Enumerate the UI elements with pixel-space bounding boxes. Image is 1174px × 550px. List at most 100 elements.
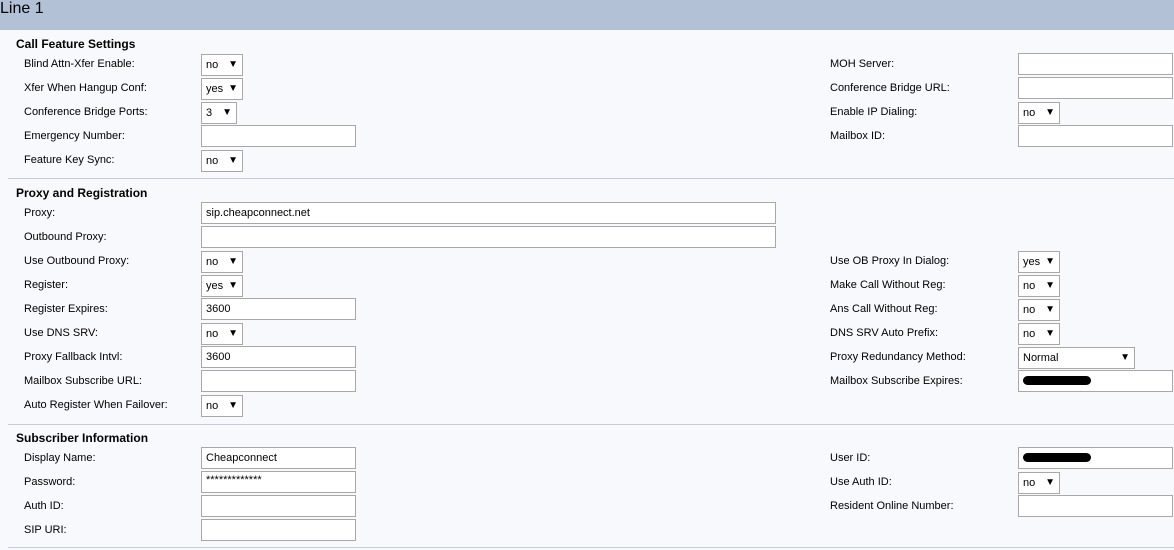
xfer-hangup-conf-label: Xfer When Hangup Conf: <box>24 82 147 94</box>
proxy-fallback-value: 3600 <box>206 351 231 363</box>
proxy-redundancy-select[interactable]: Normal ▼ <box>1018 347 1135 369</box>
use-ob-proxy-dialog-select[interactable]: yes ▼ <box>1018 251 1060 273</box>
user-id-label: User ID: <box>830 452 871 464</box>
chevron-down-icon: ▼ <box>228 83 238 94</box>
chevron-down-icon: ▼ <box>228 280 238 291</box>
section-title-subscriber: Subscriber Information <box>16 431 149 445</box>
chevron-down-icon: ▼ <box>1045 256 1055 267</box>
page-header: Line 1 <box>0 0 1174 30</box>
moh-server-input[interactable] <box>1018 53 1173 75</box>
use-outbound-proxy-label: Use Outbound Proxy: <box>24 255 130 267</box>
chevron-down-icon: ▼ <box>228 59 238 70</box>
make-call-without-reg-label: Make Call Without Reg: <box>830 279 946 291</box>
outbound-proxy-label: Outbound Proxy: <box>24 231 107 243</box>
auto-register-failover-select[interactable]: no ▼ <box>201 395 243 417</box>
dns-srv-auto-prefix-select[interactable]: no ▼ <box>1018 323 1060 345</box>
proxy-redundancy-label: Proxy Redundancy Method: <box>830 351 966 363</box>
use-dns-srv-value: no <box>206 328 219 340</box>
conf-bridge-ports-select[interactable]: 3 ▼ <box>201 102 237 124</box>
redaction-scribble <box>1023 453 1091 462</box>
proxy-input[interactable]: sip.cheapconnect.net <box>201 202 776 224</box>
register-label: Register: <box>24 279 69 291</box>
sip-uri-input[interactable] <box>201 519 356 541</box>
mailbox-subscribe-expires-label: Mailbox Subscribe Expires: <box>830 375 963 387</box>
outbound-proxy-input[interactable] <box>201 226 776 248</box>
chevron-down-icon: ▼ <box>228 400 238 411</box>
section-title-proxy: Proxy and Registration <box>16 186 148 200</box>
password-input[interactable]: ************* <box>201 471 356 493</box>
mailbox-subscribe-expires-input[interactable] <box>1018 370 1173 392</box>
use-ob-proxy-dialog-value: yes <box>1023 256 1041 268</box>
proxy-label: Proxy: <box>24 207 56 219</box>
dns-srv-auto-prefix-value: no <box>1023 328 1036 340</box>
register-select[interactable]: yes ▼ <box>201 275 243 297</box>
section-divider <box>8 178 1174 179</box>
use-auth-id-value: no <box>1023 477 1036 489</box>
chevron-down-icon: ▼ <box>222 107 232 118</box>
emergency-number-label: Emergency Number: <box>24 130 125 142</box>
conf-bridge-ports-label: Conference Bridge Ports: <box>24 106 148 118</box>
mailbox-id-input[interactable] <box>1018 125 1173 147</box>
use-ob-proxy-dialog-label: Use OB Proxy In Dialog: <box>830 255 950 267</box>
display-name-input[interactable]: Cheapconnect <box>201 447 356 469</box>
dns-srv-auto-prefix-label: DNS SRV Auto Prefix: <box>830 327 939 339</box>
enable-ip-dialing-value: no <box>1023 107 1036 119</box>
chevron-down-icon: ▼ <box>1045 328 1055 339</box>
chevron-down-icon: ▼ <box>228 155 238 166</box>
redaction-scribble <box>1023 376 1091 385</box>
feature-key-sync-value: no <box>206 155 219 167</box>
chevron-down-icon: ▼ <box>228 256 238 267</box>
display-name-label: Display Name: <box>24 452 96 464</box>
section-divider <box>8 424 1174 425</box>
use-auth-id-select[interactable]: no ▼ <box>1018 472 1060 494</box>
sip-uri-label: SIP URI: <box>24 524 67 536</box>
mailbox-subscribe-url-label: Mailbox Subscribe URL: <box>24 375 142 387</box>
user-id-input[interactable] <box>1018 447 1173 469</box>
register-value: yes <box>206 280 224 292</box>
auto-register-failover-value: no <box>206 400 219 412</box>
blind-attn-xfer-value: no <box>206 59 219 71</box>
display-name-value: Cheapconnect <box>206 452 277 464</box>
proxy-fallback-input[interactable]: 3600 <box>201 346 356 368</box>
moh-server-label: MOH Server: <box>830 58 895 70</box>
mailbox-subscribe-url-input[interactable] <box>201 370 356 392</box>
chevron-down-icon: ▼ <box>1045 280 1055 291</box>
resident-online-number-input[interactable] <box>1018 495 1173 517</box>
use-dns-srv-select[interactable]: no ▼ <box>201 323 243 345</box>
make-call-without-reg-select[interactable]: no ▼ <box>1018 275 1060 297</box>
chevron-down-icon: ▼ <box>1045 107 1055 118</box>
enable-ip-dialing-select[interactable]: no ▼ <box>1018 102 1060 124</box>
mailbox-id-label: Mailbox ID: <box>830 130 886 142</box>
proxy-fallback-label: Proxy Fallback Intvl: <box>24 351 123 363</box>
xfer-hangup-conf-value: yes <box>206 83 224 95</box>
use-outbound-proxy-select[interactable]: no ▼ <box>201 251 243 273</box>
emergency-number-input[interactable] <box>201 125 356 147</box>
password-label: Password: <box>24 476 76 488</box>
make-call-without-reg-value: no <box>1023 280 1036 292</box>
conf-bridge-url-label: Conference Bridge URL: <box>830 82 950 94</box>
use-auth-id-label: Use Auth ID: <box>830 476 892 488</box>
auto-register-failover-label: Auto Register When Failover: <box>24 399 168 411</box>
conf-bridge-ports-value: 3 <box>206 107 213 119</box>
section-divider <box>8 547 1174 548</box>
auth-id-input[interactable] <box>201 495 356 517</box>
blind-attn-xfer-label: Blind Attn-Xfer Enable: <box>24 58 135 70</box>
feature-key-sync-label: Feature Key Sync: <box>24 154 115 166</box>
proxy-redundancy-value: Normal <box>1023 352 1059 364</box>
blind-attn-xfer-select[interactable]: no ▼ <box>201 54 243 76</box>
password-value: ************* <box>206 474 262 486</box>
conf-bridge-url-input[interactable] <box>1018 77 1173 99</box>
chevron-down-icon: ▼ <box>1045 477 1055 488</box>
ans-call-without-reg-select[interactable]: no ▼ <box>1018 299 1060 321</box>
proxy-value: sip.cheapconnect.net <box>206 207 310 219</box>
feature-key-sync-select[interactable]: no ▼ <box>201 150 243 172</box>
register-expires-input[interactable]: 3600 <box>201 298 356 320</box>
register-expires-value: 3600 <box>206 303 231 315</box>
auth-id-label: Auth ID: <box>24 500 64 512</box>
enable-ip-dialing-label: Enable IP Dialing: <box>830 106 918 118</box>
ans-call-without-reg-label: Ans Call Without Reg: <box>830 303 938 315</box>
chevron-down-icon: ▼ <box>1120 352 1130 363</box>
page-title: Line 1 <box>0 0 44 17</box>
register-expires-label: Register Expires: <box>24 303 108 315</box>
xfer-hangup-conf-select[interactable]: yes ▼ <box>201 78 243 100</box>
